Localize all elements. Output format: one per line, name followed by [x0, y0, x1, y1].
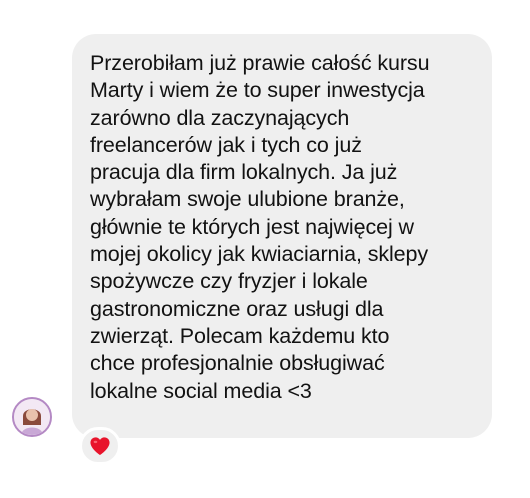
message-bubble[interactable]: Przerobiłam już prawie całość kursu Mart…	[72, 34, 492, 438]
profile-avatar-icon	[14, 399, 50, 435]
reaction-badge[interactable]	[79, 427, 121, 465]
sender-avatar[interactable]	[12, 397, 52, 437]
red-heart-icon	[90, 437, 110, 456]
message-text: Przerobiłam już prawie całość kursu Mart…	[90, 51, 430, 403]
